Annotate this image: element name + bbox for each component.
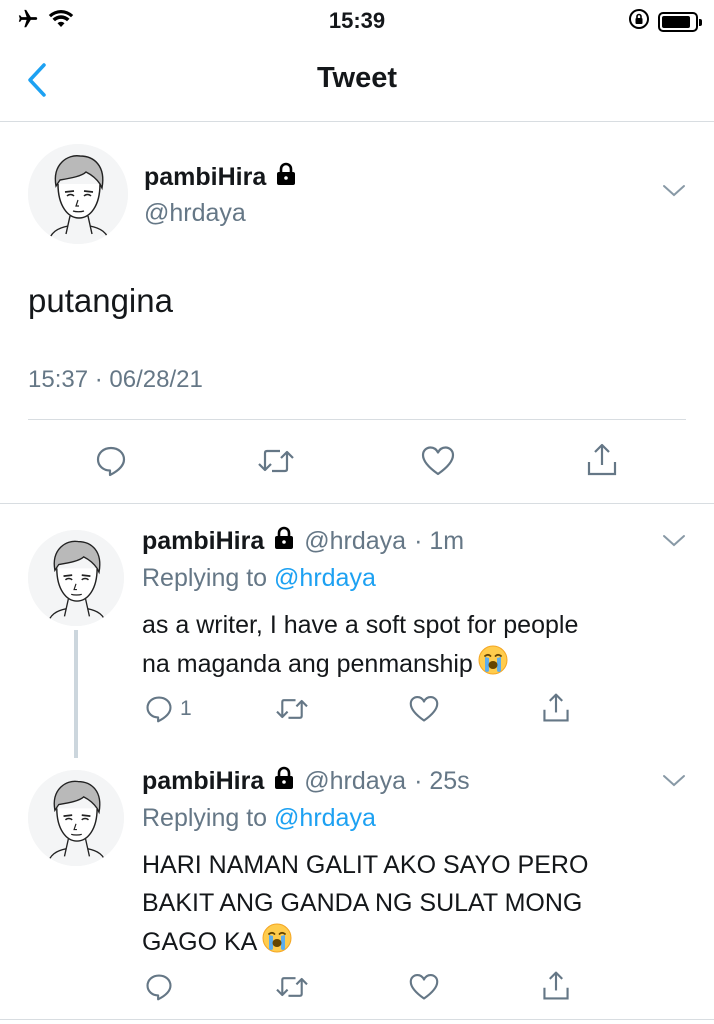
display-name[interactable]: pambiHira	[142, 767, 264, 796]
relative-time: · 1m	[414, 527, 465, 555]
tweet-text-line: HARI NAMAN GALIT AKO SAYO PERO	[142, 851, 589, 879]
orientation-lock-icon	[628, 8, 650, 35]
loudly-crying-face-emoji	[477, 644, 509, 687]
main-tweet: pambiHira @hrdaya putangina 15:37 · 06/2…	[0, 122, 714, 504]
tweet-menu-button[interactable]	[660, 182, 688, 205]
user-handle[interactable]: @hrdaya	[304, 527, 406, 556]
like-icon	[409, 696, 439, 722]
user-handle[interactable]: @hrdaya	[304, 767, 406, 796]
page-title: Tweet	[316, 62, 398, 94]
chevron-down-icon	[663, 185, 685, 197]
tweet-text: as a writer, I have a soft spot for peop…	[142, 606, 682, 687]
tweet-menu-button[interactable]	[660, 772, 688, 795]
replying-to-label: Replying to	[142, 804, 268, 832]
tweet-text-line: na maganda ang penmanship	[142, 650, 473, 679]
retweet-button[interactable]	[274, 694, 310, 724]
like-button[interactable]	[408, 972, 440, 1002]
navigation-bar: Tweet	[0, 40, 714, 122]
share-button[interactable]	[540, 692, 572, 724]
reply-count: 1	[180, 697, 192, 720]
retweet-button[interactable]	[256, 444, 296, 478]
reply-header: pambiHira @hrdaya · 25s	[142, 766, 470, 797]
loudly-crying-face-emoji	[261, 922, 293, 965]
tweet-text-line: GAGO KA	[142, 928, 258, 957]
reply-icon	[146, 974, 172, 1001]
share-button[interactable]	[540, 970, 572, 1002]
reply-icon	[96, 446, 126, 477]
replying-to-label: Replying to	[142, 564, 268, 592]
reply-header: pambiHira @hrdaya · 1m	[142, 526, 464, 557]
tweet-menu-button[interactable]	[660, 532, 688, 555]
reply-button[interactable]	[94, 444, 128, 478]
divider	[28, 419, 686, 420]
retweet-icon	[276, 977, 308, 997]
replying-to: Replying to @hrdaya	[142, 804, 376, 833]
reply-button[interactable]: 1	[144, 694, 192, 724]
retweet-icon	[258, 449, 294, 473]
like-icon	[421, 446, 455, 476]
lock-icon	[272, 766, 296, 797]
battery-icon	[658, 11, 702, 32]
like-button[interactable]	[408, 694, 440, 724]
status-time: 15:39	[328, 8, 386, 33]
retweet-icon	[276, 699, 308, 719]
display-name[interactable]: pambiHira	[144, 162, 298, 193]
reply-tweet[interactable]: pambiHira @hrdaya · 1m Replying to @hrda…	[0, 504, 714, 758]
chevron-down-icon	[663, 535, 685, 547]
replying-to: Replying to @hrdaya	[142, 564, 376, 593]
tweet-text: putangina	[28, 282, 173, 319]
tweet-text-line-last: na maganda ang penmanship	[142, 644, 682, 687]
replying-to-link[interactable]: @hrdaya	[274, 564, 376, 592]
reply-tweet[interactable]: pambiHira @hrdaya · 25s Replying to @hrd…	[0, 744, 714, 1019]
tweet-text-line: as a writer, I have a soft spot for peop…	[142, 611, 579, 639]
like-icon	[409, 974, 439, 1000]
share-icon	[587, 443, 617, 476]
tweet-text-line: BAKIT ANG GANDA NG SULAT MONG	[142, 889, 583, 917]
relative-time: · 25s	[414, 767, 470, 795]
user-handle[interactable]: @hrdaya	[144, 199, 246, 228]
tweet-text-line-last: GAGO KA	[142, 922, 682, 965]
display-name[interactable]: pambiHira	[142, 527, 264, 556]
avatar[interactable]	[28, 144, 128, 244]
divider	[0, 1019, 714, 1020]
like-button[interactable]	[420, 444, 456, 478]
status-right	[628, 8, 702, 35]
display-name-text: pambiHira	[144, 163, 267, 191]
share-icon	[543, 693, 569, 722]
reply-icon	[146, 696, 172, 723]
status-bar: 15:39	[0, 0, 714, 40]
tweet-timestamp: 15:37 · 06/28/21	[28, 366, 203, 393]
avatar[interactable]	[28, 770, 124, 866]
tweet-actions	[0, 440, 714, 484]
retweet-button[interactable]	[274, 972, 310, 1002]
lock-icon	[274, 162, 298, 193]
replying-to-link[interactable]: @hrdaya	[274, 804, 376, 832]
avatar[interactable]	[28, 530, 124, 626]
chevron-down-icon	[663, 775, 685, 787]
lock-icon	[272, 526, 296, 557]
tweet-text: HARI NAMAN GALIT AKO SAYO PERO BAKIT ANG…	[142, 846, 682, 965]
share-icon	[543, 971, 569, 1000]
reply-button[interactable]	[144, 972, 174, 1002]
share-button[interactable]	[584, 442, 620, 478]
